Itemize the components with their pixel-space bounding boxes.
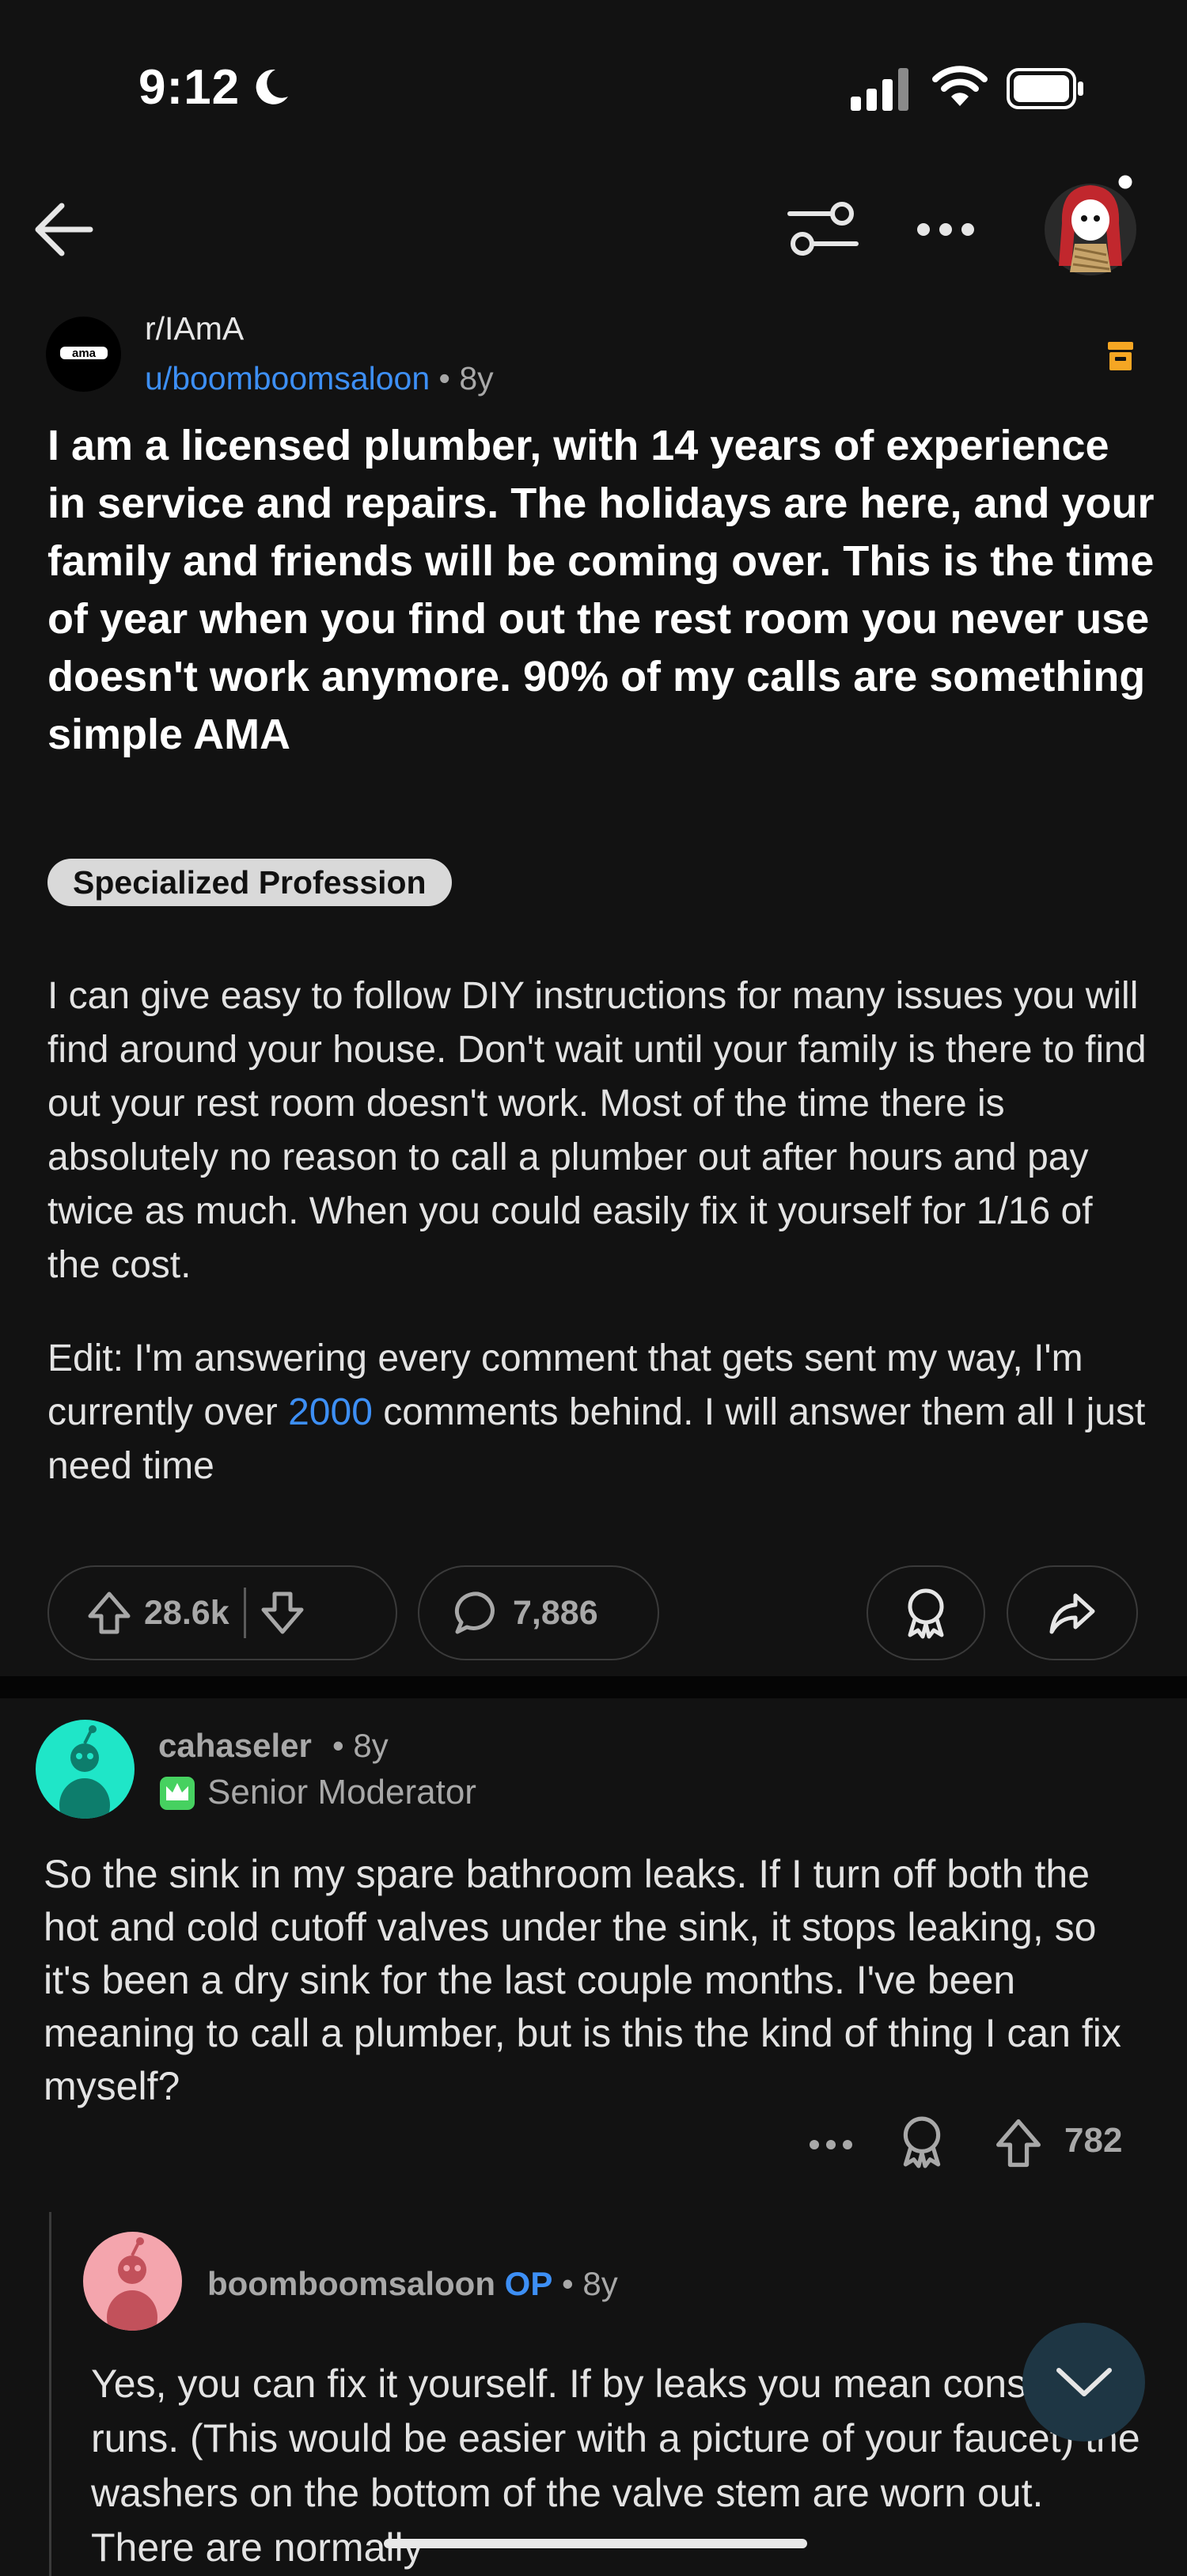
comment-more-icon[interactable] [803, 2129, 859, 2161]
post-body-edit: Edit: I'm answering every comment that g… [47, 1332, 1155, 1493]
reply-avatar[interactable] [83, 2232, 182, 2331]
vote-bar: 28.6k [47, 1565, 397, 1660]
more-options-icon[interactable] [910, 198, 981, 261]
meta-separator: • [562, 2265, 574, 2302]
post-title: I am a licensed plumber, with 14 years o… [47, 422, 1155, 758]
subreddit-name[interactable]: r/IAmA [145, 310, 244, 347]
upvote-count: 28.6k [144, 1593, 229, 1632]
moderator-badge: Senior Moderator [207, 1773, 476, 1812]
comment-count: 7,886 [513, 1593, 598, 1632]
comment-body: So the sink in my spare bathroom leaks. … [44, 1852, 1121, 2108]
reply-age: 8y [582, 2265, 618, 2302]
post-body-paragraph: I can give easy to follow DIY instructio… [47, 975, 1147, 1286]
back-arrow-icon[interactable] [24, 190, 103, 269]
comment-upvote-icon[interactable] [991, 2113, 1046, 2173]
subreddit-icon[interactable]: ama [46, 317, 121, 392]
award-icon [908, 1588, 944, 1639]
upvote-arrow-icon[interactable] [84, 1588, 135, 1638]
do-not-disturb-moon-icon [256, 69, 288, 104]
wifi-icon [932, 66, 988, 106]
meta-separator: • [438, 360, 450, 396]
scroll-down-button[interactable] [1022, 2323, 1145, 2441]
commenter-avatar[interactable] [36, 1720, 135, 1819]
moderator-crown-icon [160, 1777, 195, 1810]
comment-score: 782 [1064, 2121, 1123, 2160]
award-button[interactable] [867, 1565, 985, 1660]
post-body: I can give easy to follow DIY instructio… [47, 969, 1155, 1493]
chevron-down-icon [1056, 2368, 1112, 2396]
archive-icon [1108, 342, 1133, 370]
comment-age-value: 8y [353, 1727, 389, 1764]
commenter-username[interactable]: cahaseler [158, 1727, 312, 1765]
comment-age: • 8y [332, 1727, 389, 1765]
status-time: 9:12 [138, 60, 241, 115]
comment-award-icon[interactable] [896, 2111, 948, 2172]
comment-count-link[interactable]: 2000 [288, 1391, 373, 1433]
post-age: 8y [459, 360, 494, 396]
post-meta: u/boomboomsaloon • 8y [145, 360, 494, 397]
downvote-arrow-icon[interactable] [257, 1588, 308, 1638]
cellular-signal-icon [851, 68, 908, 111]
thread-line[interactable] [49, 2212, 51, 2576]
comment-bubble-icon [454, 1592, 495, 1634]
user-avatar[interactable] [1043, 173, 1138, 275]
vote-divider [243, 1588, 246, 1638]
comments-button[interactable]: 7,886 [418, 1565, 659, 1660]
filter-sort-icon[interactable] [783, 190, 863, 269]
battery-icon [1007, 68, 1083, 109]
post-flair[interactable]: Specialized Profession [47, 859, 452, 906]
home-indicator[interactable] [384, 2539, 807, 2548]
reply-username[interactable]: boomboomsaloon [207, 2265, 495, 2302]
section-divider [0, 1676, 1187, 1698]
post-author[interactable]: u/boomboomsaloon [145, 360, 430, 396]
reply-meta: boomboomsaloon OP • 8y [207, 2265, 618, 2303]
share-button[interactable] [1007, 1565, 1138, 1660]
op-badge: OP [504, 2265, 553, 2302]
share-icon [1049, 1593, 1095, 1634]
subreddit-icon-text: ama [72, 347, 97, 360]
meta-separator: • [332, 1727, 344, 1764]
